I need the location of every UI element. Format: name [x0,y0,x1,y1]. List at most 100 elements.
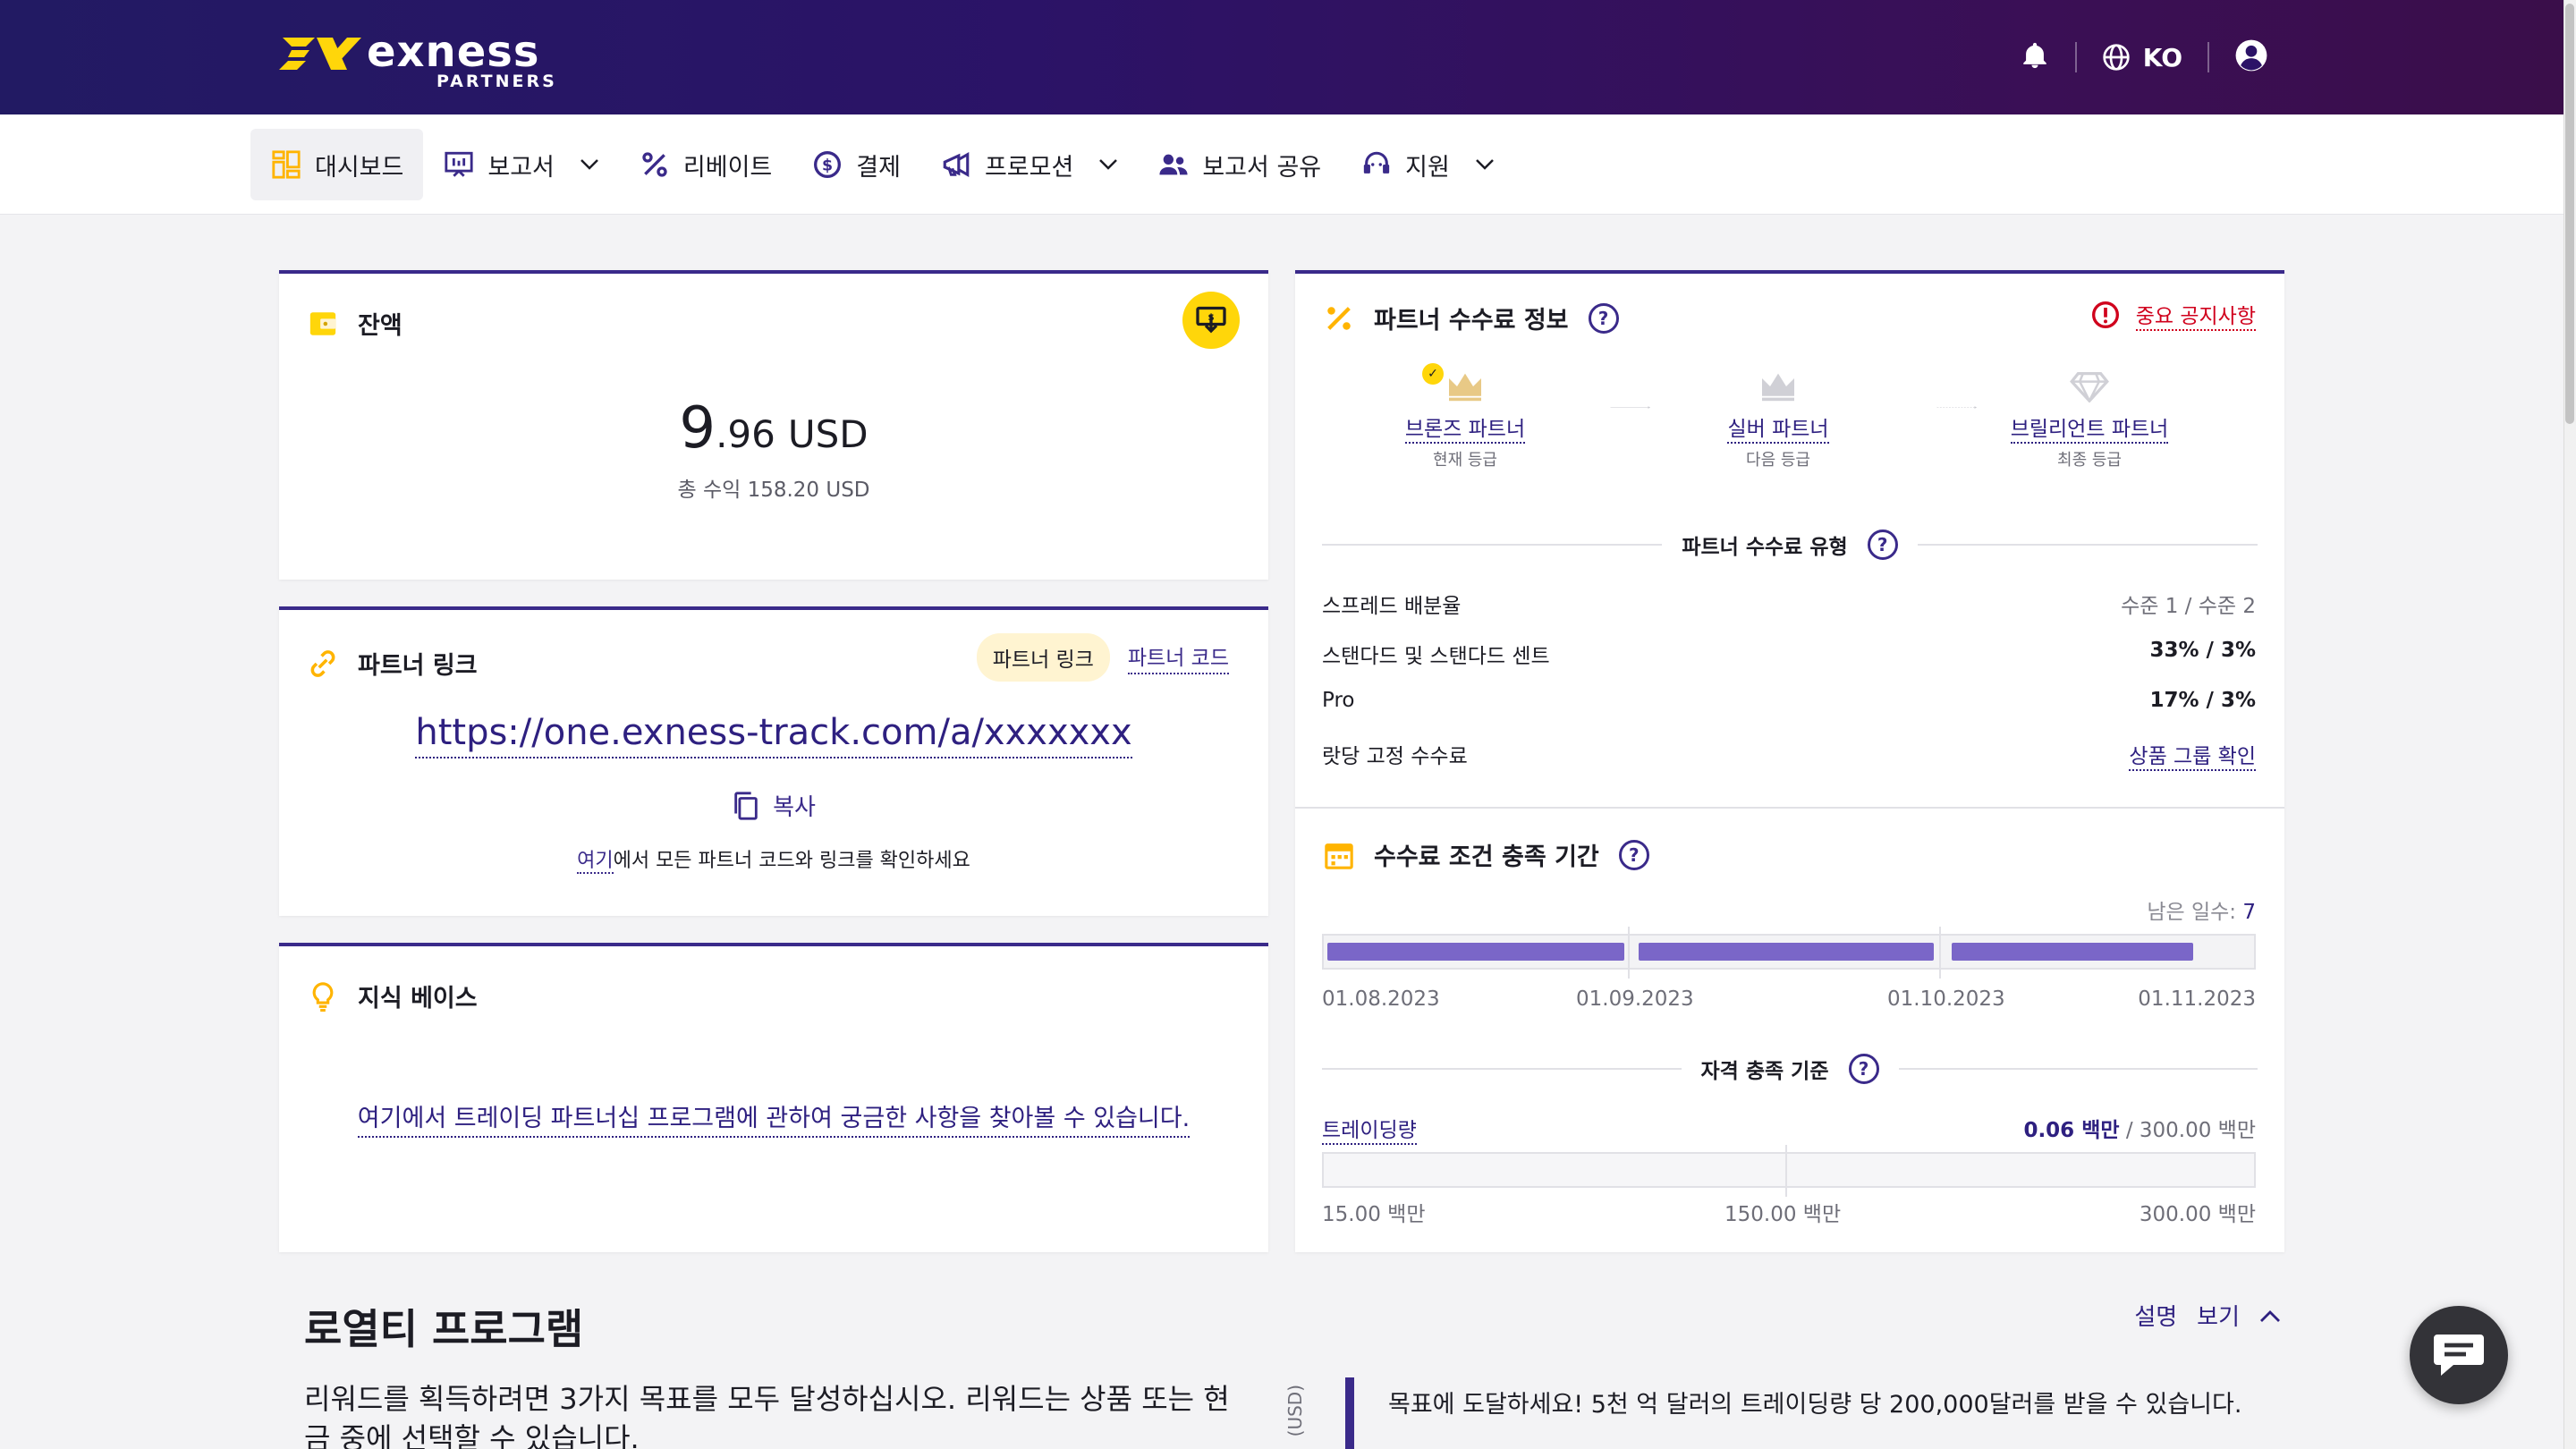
rate-label: 스프레드 배분율 [1322,595,1462,618]
trading-volume-link[interactable]: 트레이딩량 [1322,1113,1417,1145]
rate-value: 17% / 3% [2149,689,2256,712]
nav-item-rebates[interactable]: 리베이트 [619,129,792,200]
nav-label: 결제 [856,153,901,182]
rate-label: 스탠다드 및 스탠다드 센트 [1322,645,1550,668]
chat-icon [2434,1335,2484,1376]
help-icon[interactable]: ? [1618,839,1649,870]
language-code: KO [2142,42,2182,72]
partner-link-title: 파트너 링크 [358,652,478,680]
chevron-up-icon [2260,1309,2280,1322]
scrollbar-thumb[interactable] [2565,4,2574,424]
nav-item-dashboard[interactable]: 대시보드 [250,129,424,200]
partner-url[interactable]: https://one.exness-track.com/a/xxxxxxx [279,712,1268,758]
language-selector[interactable]: KO [2102,43,2182,72]
tab-partner-code[interactable]: 파트너 코드 [1127,640,1229,674]
logo-subtitle: PARTNERS [436,72,557,91]
all-codes-link[interactable]: 여기 [577,850,614,874]
crown-icon [1449,373,1481,402]
report-icon [443,148,475,181]
rate-label: 랏당 고정 수수료 [1322,745,1468,768]
partner-link-card: 파트너 링크 파트너 링크 파트너 코드 https://one.exness-… [279,606,1268,916]
tier-name: 브릴리언트 파트너 [2010,411,2169,444]
check-icon: ✓ [1422,363,1444,385]
balance-fraction: .96 [716,412,775,456]
help-icon[interactable]: ? [1848,1054,1879,1084]
rate-row-standard: 스탠다드 및 스탠다드 센트 33% / 3% [1322,639,2256,669]
balance-title-row: 잔액 [308,306,402,341]
withdraw-button[interactable]: $ [1182,292,1240,349]
partner-link-title-row: 파트너 링크 [308,646,478,681]
commission-title: 파트너 수수료 정보 [1374,307,1569,335]
divider-line [1917,544,2258,546]
balance-card: 잔액 $ 9.96 USD 총 수익 158.20 USD [279,270,1268,580]
trading-volume-bar [1322,1145,2256,1197]
tier-status: 다음 등급 [1746,451,1810,470]
nav-item-payments[interactable]: $ 결제 [792,129,920,200]
important-notice-link[interactable]: 중요 공지사항 [2091,299,2256,331]
tab-partner-link[interactable]: 파트너 링크 [976,633,1110,682]
user-icon[interactable] [2234,38,2268,76]
page-scrollbar[interactable] [2563,0,2576,1449]
diamond-icon [2070,371,2109,404]
calendar-icon [1325,843,1353,869]
volume-tick-2: 150.00 백만 [1724,1203,1842,1226]
nav-label: 지원 [1405,153,1450,182]
knowledge-base-link[interactable]: 여기에서 트레이딩 파트너십 프로그램에 관하여 궁금한 사항을 찾아볼 수 있… [279,1098,1268,1138]
hint-text: 에서 모든 파트너 코드와 링크를 확인하세요 [613,850,970,872]
tier-silver[interactable]: 실버 파트너 다음 등급 [1689,370,1868,470]
crown-icon [1762,373,1794,402]
period-progress-bar [1322,927,2256,979]
copy-button[interactable]: 복사 [279,789,1268,822]
loyalty-toggle[interactable]: 설명 보기 [2134,1299,2281,1332]
chevron-down-icon [1099,159,1118,170]
period-title-row: 수수료 조건 충족 기간 ? [1324,837,1649,872]
period-segment-3 [1952,943,2193,961]
nav-item-support[interactable]: 지원 [1341,129,1514,200]
balance-amount: 9.96 USD [279,395,1268,462]
toggle-label-b: 보기 [2197,1304,2240,1331]
percent-icon [639,148,671,181]
toggle-label-a: 설명 [2134,1304,2178,1331]
chat-button[interactable] [2410,1306,2508,1404]
nav-item-reports[interactable]: 보고서 [423,129,619,200]
header-separator [2207,42,2209,72]
volume-tick-3: 300.00 백만 [2139,1203,2256,1226]
criteria-title: 자격 충족 기준 [1700,1060,1829,1083]
knowledge-link-text: 여기에서 트레이딩 파트너십 프로그램에 관하여 궁금한 사항을 찾아볼 수 있… [357,1105,1191,1138]
top-header: exness PARTNERS KO [0,0,2563,114]
goal-accent-bar [1345,1377,1354,1449]
nav-item-promotions[interactable]: 프로모션 [920,129,1138,200]
nav-label: 리베이트 [682,153,773,182]
chevron-down-icon [580,159,598,170]
megaphone-icon [940,148,972,181]
nav-item-share-reports[interactable]: 보고서 공유 [1138,129,1341,200]
tier-bronze[interactable]: ✓ 브론즈 파트너 현재 등급 [1376,363,1555,470]
svg-text:$: $ [822,157,833,175]
balance-title: 잔액 [358,312,402,340]
volume-current: 0.06 백만 [2023,1119,2120,1142]
help-icon[interactable]: ? [1867,530,1898,560]
tier-name: 브론즈 파트너 [1404,411,1526,444]
link-type-toggle: 파트너 링크 파트너 코드 [976,633,1229,682]
commission-title-row: 파트너 수수료 정보 ? [1324,301,1619,335]
rate-value: 33% / 3% [2149,639,2256,662]
notice-label: 중요 공지사항 [2135,299,2256,331]
help-icon[interactable]: ? [1588,302,1619,334]
bell-icon[interactable] [2020,39,2050,75]
knowledge-base-card: 지식 베이스 여기에서 트레이딩 파트너십 프로그램에 관하여 궁금한 사항을 … [279,943,1268,1252]
rate-row-pro: Pro 17% / 3% [1322,689,2256,712]
rate-row-fixed-lot: 랏당 고정 수수료 상품 그룹 확인 [1322,739,2256,771]
tier-brilliant[interactable]: 브릴리언트 파트너 최종 등급 [2000,370,2179,470]
partner-url-text: https://one.exness-track.com/a/xxxxxxx [415,712,1132,758]
tier-status: 현재 등급 [1433,451,1497,470]
product-group-link[interactable]: 상품 그룹 확인 [2129,739,2256,771]
lightbulb-icon [312,981,334,1012]
partner-tier-progress: ✓ 브론즈 파트너 현재 등급 실버 파트너 다음 등급 브릴리언트 파트너 최… [1295,363,2284,478]
commission-type-title: 파트너 수수료 유형 [1682,536,1848,559]
dashboard-icon [270,148,302,181]
period-tick [1939,927,1941,979]
chevron-down-icon [1475,159,1494,170]
days-left: 남은 일수: 7 [2147,894,2256,925]
trading-volume-value: 0.06 백만 / 300.00 백만 [2023,1113,2256,1145]
commission-info-card: 파트너 수수료 정보 ? 중요 공지사항 ✓ 브론즈 파트너 현재 등급 실버 … [1295,270,2284,1252]
